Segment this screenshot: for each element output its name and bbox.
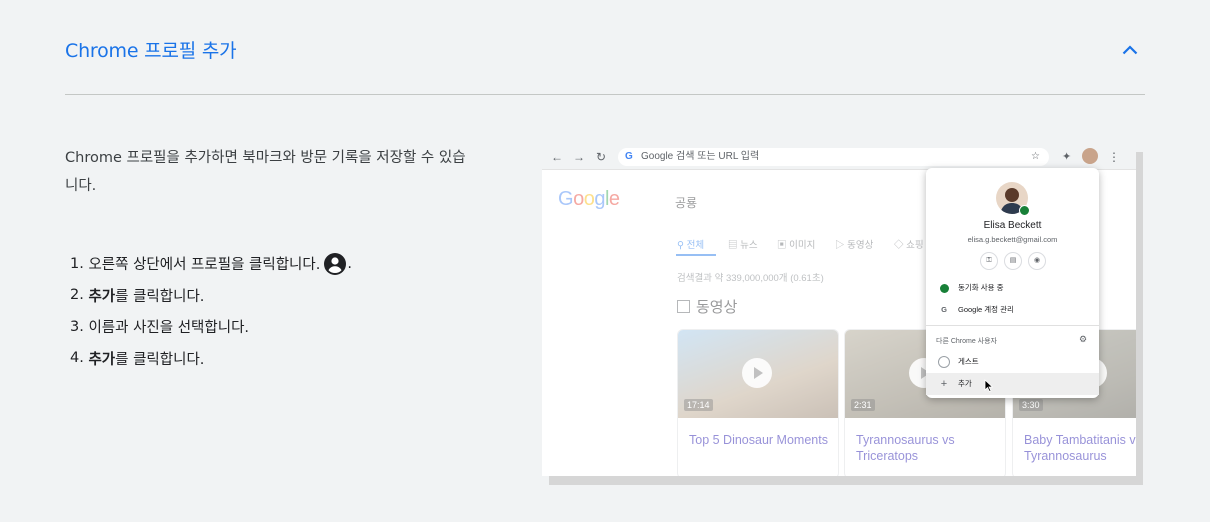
step-text: 를 클릭합니다.: [115, 288, 205, 305]
video-icon: [677, 300, 690, 313]
step-item: 3. 이름과 사진을 선택합니다.: [70, 311, 352, 343]
extensions-icon: ✦: [1062, 151, 1072, 163]
mouse-cursor-icon: [984, 379, 993, 392]
google-logo: Google: [558, 188, 620, 210]
section-divider: [65, 94, 1145, 95]
section-title[interactable]: Chrome 프로필 추가: [65, 36, 237, 63]
search-query: 공룡: [675, 196, 698, 210]
step-item: 1. 오른쪽 상단에서 프로필을 클릭합니다. .: [70, 248, 352, 280]
add-label: 추가: [958, 379, 972, 388]
step-text: 이름과 사진을 선택합니다.: [88, 320, 250, 337]
account-circle-icon: [324, 252, 347, 275]
step-item: 2. 추가 를 클릭합니다.: [70, 280, 352, 312]
video-duration: 2:31: [851, 399, 875, 411]
video-card: 17:14 Top 5 Dinosaur Moments: [677, 329, 839, 476]
plus-icon: +: [940, 378, 948, 390]
omnibox-placeholder: Google 검색 또는 URL 입력: [641, 151, 760, 162]
step-number: 4.: [70, 350, 84, 367]
sync-icon: [938, 277, 950, 299]
video-title: Baby Tambatitanis vs Tyrannosaurus: [1024, 433, 1136, 463]
reload-icon: ↻: [596, 150, 607, 164]
guest-avatar-icon: [938, 351, 950, 373]
step-item: 4. 추가 를 클릭합니다.: [70, 343, 352, 375]
tab-shopping: ◇ 쇼핑: [894, 240, 924, 251]
step-text: 를 클릭합니다.: [115, 351, 205, 368]
other-users-label: 다른 Chrome 사용자: [936, 338, 997, 345]
manage-account-row: G Google 계정 관리: [926, 299, 1099, 321]
location-icon: ◉: [1028, 252, 1046, 270]
add-profile-row: + 추가: [926, 373, 1099, 395]
sync-label: 동기화 사용 중: [958, 283, 1004, 292]
star-icon: ☆: [1031, 151, 1040, 162]
steps-list: 1. 오른쪽 상단에서 프로필을 클릭합니다. . 2. 추가 를 클릭합니다. …: [70, 248, 352, 374]
back-arrow-icon: ←: [551, 150, 563, 164]
chrome-screenshot: ← → ↻ G Google 검색 또는 URL 입력 ☆ ✦ ⋮ Google…: [542, 145, 1136, 476]
play-icon: [742, 358, 772, 388]
browser-toolbar: ← → ↻ G Google 검색 또는 URL 입력 ☆ ✦ ⋮: [542, 145, 1136, 170]
video-title: Tyrannosaurus vs Triceratops: [856, 433, 955, 463]
profile-menu: Elisa Beckett elisa.g.beckett@gmail.com …: [926, 168, 1099, 398]
tab-all: ⚲ 전체: [677, 240, 705, 251]
chevron-up-icon: [1122, 45, 1138, 55]
videos-heading: 동영상: [677, 296, 737, 317]
manage-account-label: Google 계정 관리: [958, 305, 1014, 314]
intro-text: Chrome 프로필을 추가하면 북마크와 방문 기록을 저장할 수 있습니다.: [65, 150, 466, 194]
google-g-icon: G: [941, 305, 947, 314]
profile-avatar-icon: [1082, 148, 1098, 164]
results-count: 검색결과 약 339,000,000개 (0.61초): [677, 273, 824, 284]
video-duration: 17:14: [684, 399, 713, 411]
step-number: 2.: [70, 287, 84, 304]
menu-divider: [926, 325, 1099, 326]
card-icon: ▤: [1004, 252, 1022, 270]
video-duration: 3:30: [1019, 399, 1043, 411]
google-g-icon: G: [625, 151, 633, 162]
step-period: .: [347, 255, 352, 272]
step-bold: 추가: [88, 351, 116, 368]
guest-label: 게스트: [958, 357, 979, 366]
more-vert-icon: ⋮: [1108, 150, 1120, 164]
guest-row: 게스트: [926, 351, 1099, 373]
step-text: 오른쪽 상단에서 프로필을 클릭합니다.: [88, 257, 321, 274]
tab-images: ▣ 이미지: [777, 240, 816, 251]
omnibox: G Google 검색 또는 URL 입력 ☆: [618, 148, 1049, 166]
sync-row: 동기화 사용 중: [926, 277, 1099, 299]
step-number: 3.: [70, 318, 84, 335]
forward-arrow-icon: →: [573, 150, 585, 164]
collapse-button[interactable]: [1116, 36, 1144, 64]
gear-icon: ⚙: [1079, 334, 1088, 344]
tab-videos: ▷ 동영상: [835, 240, 874, 251]
profile-name: Elisa Beckett: [983, 220, 1042, 231]
step-bold: 추가: [88, 288, 116, 305]
sync-badge-icon: [1019, 205, 1030, 216]
profile-email: elisa.g.beckett@gmail.com: [967, 235, 1058, 244]
tab-underline: [676, 254, 716, 256]
tab-news: ▤ 뉴스: [728, 240, 758, 251]
key-icon: ⚿: [980, 252, 998, 270]
step-number: 1.: [70, 255, 84, 272]
video-title: Top 5 Dinosaur Moments: [689, 433, 828, 447]
